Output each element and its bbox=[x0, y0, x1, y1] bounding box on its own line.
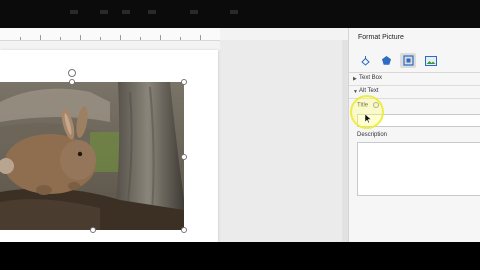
picture-icon bbox=[425, 55, 437, 66]
document-background bbox=[220, 40, 348, 242]
section-label: Text Box bbox=[359, 75, 383, 81]
rabbit-photo bbox=[0, 82, 184, 230]
description-label: Description bbox=[357, 132, 388, 138]
resize-handle-top-right[interactable] bbox=[181, 79, 187, 85]
resize-handle-right[interactable] bbox=[181, 154, 187, 160]
horizontal-ruler[interactable] bbox=[0, 28, 220, 41]
expanded-arrow-icon: ▼ bbox=[353, 89, 358, 95]
top-window-bar bbox=[0, 0, 480, 28]
pane-tabs bbox=[349, 50, 480, 73]
fill-line-icon bbox=[360, 56, 370, 66]
effects-pentagon-icon bbox=[381, 56, 391, 65]
word-window: Format Picture ▶ Text Box ▼ Alt Text Tit… bbox=[0, 28, 480, 242]
resize-handle-top[interactable] bbox=[69, 79, 75, 85]
section-text-box[interactable]: ▶ Text Box bbox=[349, 72, 480, 86]
resize-handle-bottom-right[interactable] bbox=[181, 227, 187, 233]
layout-properties-icon bbox=[402, 55, 414, 66]
resize-handle-bottom[interactable] bbox=[90, 227, 96, 233]
format-picture-pane: Format Picture ▶ Text Box ▼ Alt Text Tit… bbox=[348, 28, 480, 242]
tab-effects[interactable] bbox=[378, 53, 394, 68]
rotate-handle[interactable] bbox=[68, 69, 76, 77]
selected-picture[interactable] bbox=[0, 82, 184, 230]
section-label: Alt Text bbox=[359, 88, 379, 94]
tab-layout-properties[interactable] bbox=[400, 53, 416, 68]
pane-title: Format Picture bbox=[358, 34, 404, 41]
mouse-pointer-icon bbox=[364, 110, 372, 128]
collapsed-arrow-icon: ▶ bbox=[353, 76, 357, 82]
tab-picture[interactable] bbox=[423, 53, 439, 68]
tab-fill-line[interactable] bbox=[357, 53, 373, 68]
bottom-black-bar bbox=[0, 242, 480, 270]
description-textarea[interactable] bbox=[357, 142, 480, 196]
toolbar-faint-icons bbox=[70, 10, 250, 16]
